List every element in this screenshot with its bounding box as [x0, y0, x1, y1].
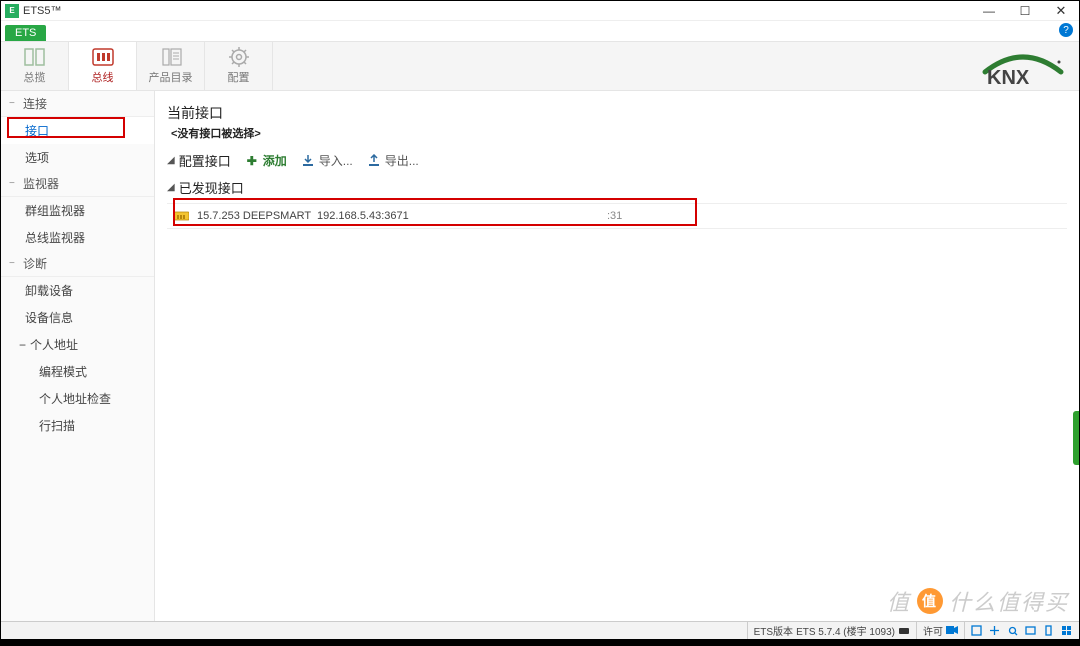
sidebar-group-connection-label: 连接	[23, 95, 47, 112]
status-license[interactable]: 许可	[916, 622, 964, 639]
overview-icon	[23, 47, 47, 67]
tab-settings[interactable]: 配置	[205, 42, 273, 90]
tray-icon-5[interactable]	[1043, 625, 1055, 637]
export-button[interactable]: 导出...	[367, 152, 419, 169]
scroll-handle[interactable]	[1073, 411, 1079, 465]
app-icon: E	[5, 4, 19, 18]
export-icon	[367, 154, 381, 168]
sidebar-item-individual-address-label: 个人地址	[30, 336, 78, 353]
collapse-triangle-icon: ◢	[167, 182, 175, 193]
sidebar: −连接 接口 选项 −监视器 群组监视器 总线监视器 −诊断 卸载设备 设备信息…	[1, 91, 155, 621]
sidebar-item-unload-device[interactable]: 卸载设备	[1, 277, 154, 304]
discovered-interfaces-header[interactable]: ◢ 已发现接口	[167, 178, 1067, 197]
tray-icon-6[interactable]	[1061, 625, 1073, 637]
sidebar-item-individual-address[interactable]: −个人地址	[1, 331, 154, 358]
ip-interface-icon	[173, 210, 189, 222]
tab-catalog[interactable]: 产品目录	[137, 42, 205, 90]
sidebar-item-programming-mode[interactable]: 编程模式	[1, 358, 154, 385]
sidebar-group-diagnostics-label: 诊断	[23, 255, 47, 272]
config-interface-header[interactable]: ◢ 配置接口	[167, 151, 231, 170]
bus-icon	[91, 47, 115, 67]
help-icon[interactable]: ?	[1059, 23, 1073, 37]
sidebar-item-interface[interactable]: 接口	[1, 117, 154, 144]
add-label: 添加	[263, 152, 287, 169]
status-license-label: 许可	[923, 623, 943, 638]
interface-row[interactable]: 15.7.253 DEEPSMART 192.168.5.43:3671 :31	[167, 203, 1067, 229]
maximize-button[interactable]: ☐	[1007, 4, 1043, 18]
sidebar-item-device-info[interactable]: 设备信息	[1, 304, 154, 331]
import-button[interactable]: 导入...	[301, 152, 353, 169]
tab-bus-label: 总线	[92, 69, 114, 85]
tab-overview-label: 总揽	[24, 69, 46, 85]
interface-mac-tail: :31	[607, 210, 622, 222]
plus-icon: ✚	[245, 154, 259, 168]
bottom-strip	[1, 639, 1079, 645]
tray-icon-3[interactable]	[1007, 625, 1019, 637]
knx-logo: KNX	[981, 50, 1065, 91]
sidebar-item-options[interactable]: 选项	[1, 144, 154, 171]
dongle-icon	[898, 625, 910, 637]
sidebar-item-bus-monitor[interactable]: 总线监视器	[1, 224, 154, 251]
video-icon	[946, 625, 958, 637]
sidebar-group-monitor[interactable]: −监视器	[1, 171, 154, 197]
minimize-button[interactable]: —	[971, 4, 1007, 18]
interface-address-name: 15.7.253 DEEPSMART	[197, 210, 317, 222]
tab-settings-label: 配置	[228, 69, 250, 85]
tab-bus[interactable]: 总线	[69, 42, 137, 90]
import-icon	[301, 154, 315, 168]
no-interface-selected-text: <没有接口被选择>	[171, 125, 1067, 141]
import-label: 导入...	[319, 152, 353, 169]
main-content: 当前接口 <没有接口被选择> ◢ 配置接口 ✚ 添加 导入... 导出... ◢ 已发…	[155, 91, 1079, 621]
tray-icon-2[interactable]	[989, 625, 1001, 637]
status-version-value: ETS 5.7.4 (楼宇 1093)	[796, 623, 895, 638]
collapse-triangle-icon: ◢	[167, 155, 175, 166]
sidebar-item-group-monitor[interactable]: 群组监视器	[1, 197, 154, 224]
catalog-icon	[159, 47, 183, 67]
sidebar-group-connection[interactable]: −连接	[1, 91, 154, 117]
tab-overview[interactable]: 总揽	[1, 42, 69, 90]
tray-icon-1[interactable]	[971, 625, 983, 637]
ribbon-toolbar: 总揽 总线 产品目录 配置 KNX	[1, 41, 1079, 91]
interface-endpoint: 192.168.5.43:3671	[317, 210, 607, 222]
gear-icon	[227, 47, 251, 67]
tray-icon-4[interactable]	[1025, 625, 1037, 637]
sidebar-item-address-check[interactable]: 个人地址检查	[1, 385, 154, 412]
status-bar: ETS版本 ETS 5.7.4 (楼宇 1093) 许可	[1, 621, 1079, 639]
status-version: ETS版本 ETS 5.7.4 (楼宇 1093)	[747, 622, 916, 639]
menu-row: ETS ?	[1, 21, 1079, 41]
close-button[interactable]: ✕	[1043, 3, 1079, 19]
discovered-interfaces-label: 已发现接口	[179, 178, 244, 197]
sidebar-item-line-scan[interactable]: 行扫描	[1, 412, 154, 439]
config-interface-label: 配置接口	[179, 151, 231, 170]
status-tray	[964, 622, 1079, 639]
sidebar-group-diagnostics[interactable]: −诊断	[1, 251, 154, 277]
title-bar: E ETS5™ — ☐ ✕	[1, 1, 1079, 21]
collapse-icon: −	[9, 98, 19, 109]
ets-menu-tab[interactable]: ETS	[5, 25, 46, 41]
svg-text:KNX: KNX	[987, 67, 1030, 86]
collapse-icon: −	[9, 178, 19, 189]
current-interface-title: 当前接口	[167, 103, 1067, 123]
sidebar-group-monitor-label: 监视器	[23, 175, 59, 192]
export-label: 导出...	[385, 152, 419, 169]
add-button[interactable]: ✚ 添加	[245, 152, 287, 169]
collapse-icon: −	[19, 338, 26, 352]
status-version-label: ETS版本	[754, 623, 793, 638]
window-title: ETS5™	[23, 5, 62, 17]
tab-catalog-label: 产品目录	[149, 69, 193, 85]
collapse-icon: −	[9, 258, 19, 269]
